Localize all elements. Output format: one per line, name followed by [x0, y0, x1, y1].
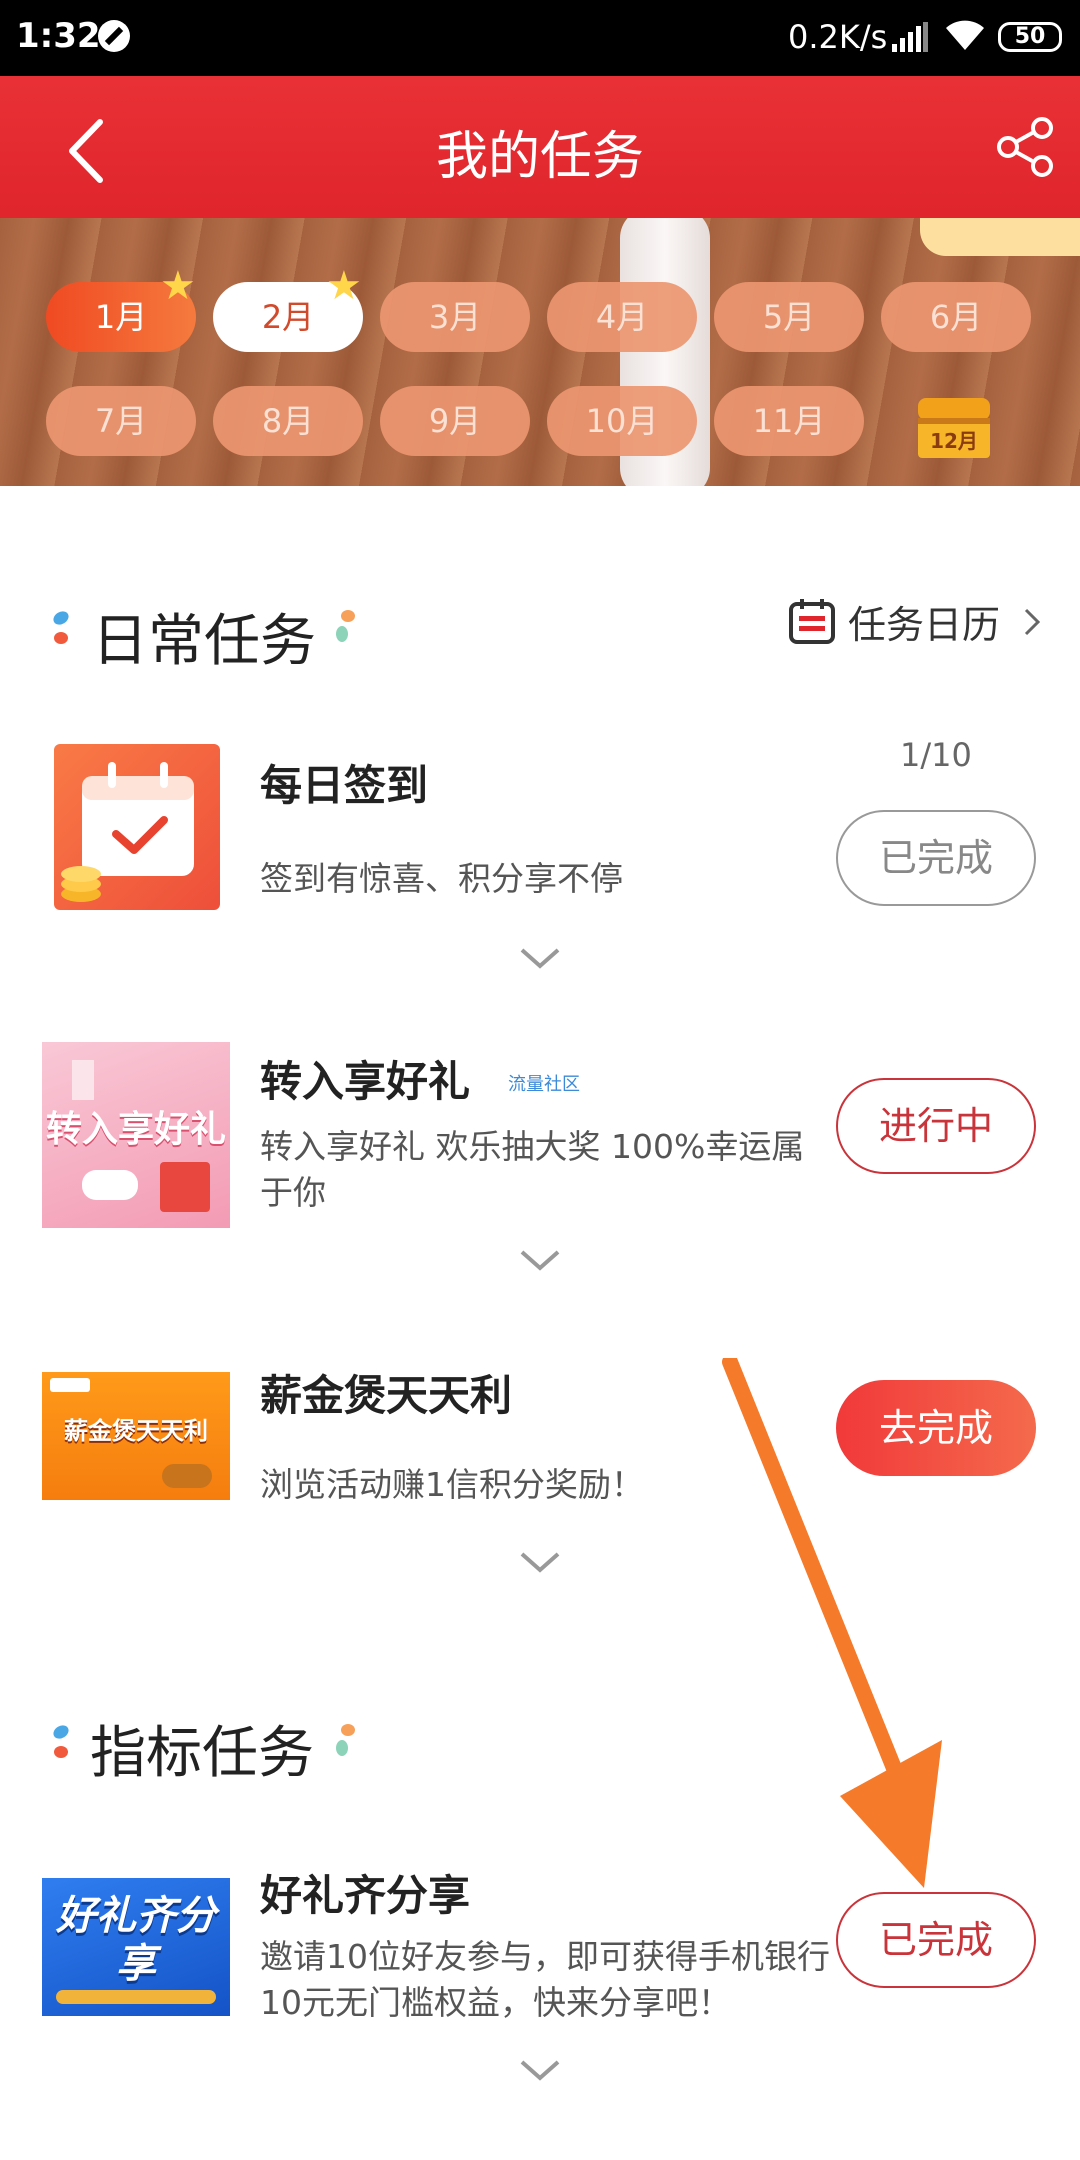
share-gift-thumbnail: 好礼齐分享 — [42, 1878, 230, 2016]
gift-box-icon — [160, 1162, 210, 1212]
chevron-down-icon[interactable] — [518, 2058, 562, 2084]
title-decoration-left-icon — [53, 1725, 69, 1758]
salary-thumbnail-text: 薪金煲天天利 — [64, 1417, 208, 1445]
task-desc-transfer: 转入享好礼 欢乐抽大奖 100%幸运属于你 — [260, 1127, 805, 1212]
chevron-down-icon[interactable] — [518, 1248, 562, 1274]
task-button-transfer[interactable]: 进行中 — [836, 1078, 1036, 1174]
task-button-share[interactable]: 已完成 — [836, 1892, 1036, 1988]
checkin-thumbnail — [54, 744, 220, 910]
task-tag-transfer: 流量社区 — [508, 1074, 580, 1095]
task-calendar-label: 任务日历 — [848, 603, 1001, 647]
battery-icon: 50 — [998, 22, 1062, 52]
title-decoration-right-icon — [336, 1724, 355, 1756]
hand-icon — [82, 1170, 138, 1200]
task-desc-share: 邀请10位好友参与，即可获得手机银行10元无门槛权益，快来分享吧！ — [260, 1937, 830, 2022]
salary-thumbnail: 薪金煲天天利 — [42, 1372, 230, 1500]
transfer-thumbnail-text: 转入享好礼 — [45, 1109, 226, 1150]
coins-icon — [61, 866, 101, 902]
task-progress-checkin: 1/10 — [900, 736, 972, 774]
month-10[interactable]: 10月 — [547, 386, 697, 456]
month-9[interactable]: 9月 — [380, 386, 530, 456]
transfer-thumbnail: 转入享好礼 — [42, 1042, 230, 1228]
page-title: 我的任务 — [435, 127, 644, 187]
title-decoration-left-icon — [53, 611, 69, 644]
coins-icon — [162, 1464, 212, 1488]
chevron-right-icon — [1024, 608, 1041, 636]
task-title-share: 好礼齐分享 — [260, 1871, 471, 1920]
star-icon: ★ — [326, 263, 362, 309]
bank-logo — [50, 1378, 90, 1392]
calendar-icon — [789, 599, 835, 644]
banner-corner-decoration — [920, 218, 1080, 256]
wifi-icon — [946, 20, 984, 50]
indicator-tasks-title: 指标任务 — [90, 1721, 314, 1786]
task-title-checkin: 每日签到 — [260, 761, 429, 810]
do-not-disturb-icon — [98, 20, 130, 52]
month-8[interactable]: 8月 — [213, 386, 363, 456]
task-title-transfer: 转入享好礼 — [260, 1057, 471, 1106]
chest-label: 12月 — [930, 429, 978, 453]
task-title-salary: 薪金煲天天利 — [260, 1371, 513, 1420]
task-calendar-link[interactable]: 任务日历 — [788, 594, 1048, 650]
app-header: 我的任务 — [0, 76, 1080, 218]
chevron-down-icon[interactable] — [518, 1550, 562, 1576]
month-3[interactable]: 3月 — [380, 282, 530, 352]
star-icon: ★ — [160, 263, 196, 309]
network-speed: 0.2K/s — [788, 18, 888, 56]
thumb-ribbon — [56, 1990, 216, 2004]
share-icon[interactable] — [994, 116, 1056, 178]
annotation-arrow-icon — [722, 1358, 942, 1888]
month-5[interactable]: 5月 — [714, 282, 864, 352]
task-button-checkin[interactable]: 已完成 — [836, 810, 1036, 906]
daily-tasks-title: 日常任务 — [92, 609, 316, 674]
month-4[interactable]: 4月 — [547, 282, 697, 352]
title-decoration-right-icon — [336, 610, 355, 642]
share-gift-thumbnail-text: 好礼齐分享 — [56, 1893, 216, 1987]
month-11[interactable]: 11月 — [714, 386, 864, 456]
signal-icon — [892, 22, 928, 52]
month-6[interactable]: 6月 — [881, 282, 1031, 352]
treasure-chest-icon[interactable]: 12月 — [914, 390, 994, 462]
status-time: 1:32 — [16, 16, 101, 56]
month-7[interactable]: 7月 — [46, 386, 196, 456]
status-bar: 1:32 0.2K/s 50 — [0, 0, 1080, 76]
task-desc-checkin: 签到有惊喜、积分享不停 — [260, 859, 623, 898]
chevron-down-icon[interactable] — [518, 946, 562, 972]
task-desc-salary: 浏览活动赚1信积分奖励！ — [260, 1465, 644, 1504]
thumb-decoration — [72, 1060, 94, 1100]
